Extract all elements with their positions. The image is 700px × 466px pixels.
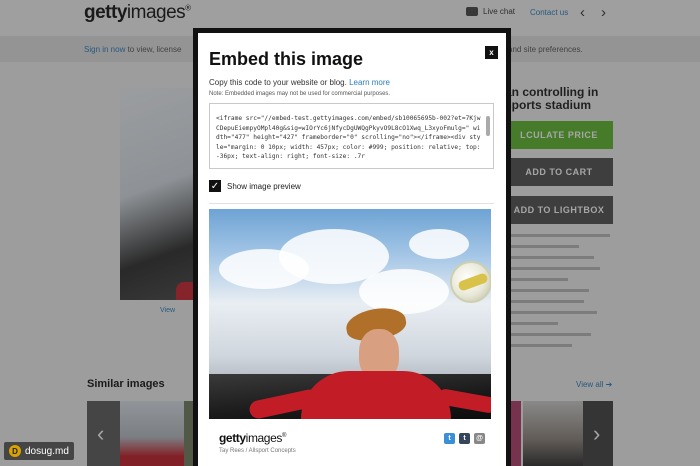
embed-code[interactable]: <iframe src="//embed-test.gettyimages.co… — [216, 114, 482, 162]
twitter-icon[interactable]: t — [444, 433, 455, 444]
show-preview-label: Show image preview — [227, 181, 301, 191]
show-preview-checkbox[interactable]: ✓ — [209, 180, 221, 192]
watermark-logo-icon: D — [9, 445, 21, 457]
tumblr-icon[interactable]: t — [459, 433, 470, 444]
soccer-ball — [450, 261, 491, 303]
source-watermark: D dosug.md — [4, 442, 74, 460]
embed-modal: x Embed this image Copy this code to you… — [193, 28, 511, 466]
learn-more-link[interactable]: Learn more — [349, 78, 390, 87]
close-button[interactable]: x — [485, 46, 498, 59]
divider — [209, 203, 494, 204]
modal-title: Embed this image — [209, 49, 364, 69]
player-shirt — [301, 371, 451, 419]
embed-modal-body: x Embed this image Copy this code to you… — [198, 33, 506, 466]
copy-instructions: Copy this code to your website or blog. … — [209, 78, 390, 87]
embed-code-textarea[interactable]: <iframe src="//embed-test.gettyimages.co… — [209, 103, 494, 169]
email-icon[interactable]: @ — [474, 433, 485, 444]
preview-image — [209, 209, 491, 419]
getty-images-logo: gettyimages® — [219, 431, 286, 445]
commercial-use-note: Note: Embedded images may not be used fo… — [209, 91, 391, 97]
code-scrollbar[interactable] — [486, 116, 490, 136]
photo-credit: Tay Rees / Allsport Concepts — [219, 448, 296, 454]
show-preview-toggle[interactable]: ✓ Show image preview — [209, 180, 301, 192]
watermark-text: dosug.md — [25, 445, 69, 457]
